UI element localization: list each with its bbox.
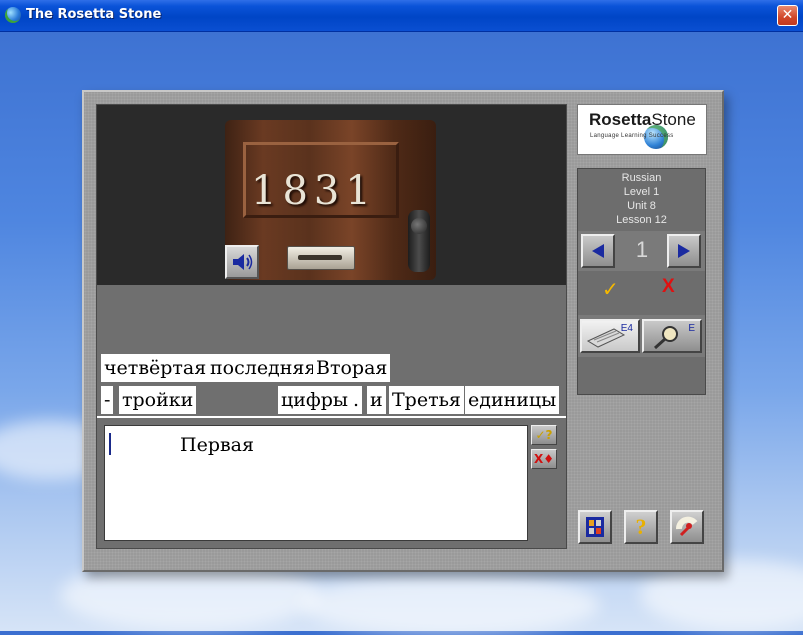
page-navigation: 1 xyxy=(578,231,705,271)
course-info-panel: Russian Level 1 Unit 8 Lesson 12 1 ✓ X E… xyxy=(577,168,706,395)
speaker-icon xyxy=(233,254,253,270)
word-tile[interactable]: и xyxy=(367,386,386,414)
answer-input[interactable]: Первая xyxy=(104,425,528,541)
previous-button[interactable] xyxy=(581,234,615,268)
result-marks: ✓ X xyxy=(578,273,705,309)
divider xyxy=(97,416,566,418)
check-answer-button[interactable]: ✓? xyxy=(531,425,557,445)
text-cursor xyxy=(109,433,111,455)
image-area: 1831 xyxy=(97,105,566,285)
x-mark-icon: X xyxy=(662,276,675,297)
arrow-left-icon xyxy=(592,244,604,258)
word-tile[interactable]: четвёртая xyxy=(101,354,210,382)
unit-label: Unit 8 xyxy=(627,200,656,212)
clear-answer-button[interactable]: X♦ xyxy=(531,449,557,469)
help-button[interactable]: ? xyxy=(624,510,658,544)
word-tile[interactable]: цифры xyxy=(278,386,352,414)
checkmark-icon: ✓ xyxy=(602,277,619,301)
lesson-label: Lesson 12 xyxy=(616,214,667,226)
close-button[interactable]: ✕ xyxy=(777,5,798,26)
magnifier-mode-button[interactable]: E xyxy=(642,319,702,353)
next-button[interactable] xyxy=(667,234,701,268)
word-tile[interactable]: единицы xyxy=(465,386,560,414)
word-tile[interactable]: тройки xyxy=(119,386,197,414)
magnifier-mode-label: E xyxy=(688,323,695,334)
lesson-content: 1831 четвёртая последняя Вторая - тройки… xyxy=(96,104,567,549)
magnifier-icon xyxy=(653,326,678,350)
keyboard-mode-button[interactable]: E4 xyxy=(580,319,640,353)
mail-slot xyxy=(287,246,355,270)
word-tile[interactable]: последняя xyxy=(207,354,320,382)
word-tile[interactable]: Вторая xyxy=(313,354,391,382)
logo-brand-bold: Rosetta xyxy=(589,110,652,129)
exit-button[interactable] xyxy=(670,510,704,544)
door-knob xyxy=(408,210,430,272)
answer-text: Первая xyxy=(180,434,254,456)
window-title: The Rosetta Stone xyxy=(26,7,162,22)
menu-button[interactable] xyxy=(578,510,612,544)
grid-menu-icon xyxy=(586,517,604,537)
play-audio-button[interactable] xyxy=(225,245,259,279)
keyboard-mode-label: E4 xyxy=(620,323,633,334)
arrow-right-icon xyxy=(678,244,690,258)
language-label: Russian xyxy=(621,172,662,184)
question-mark-icon: ? xyxy=(635,514,647,539)
word-tile[interactable]: . xyxy=(350,386,363,414)
exit-icon xyxy=(676,516,698,537)
cloud xyxy=(300,575,600,635)
logo-brand: RosettaStone xyxy=(589,110,696,130)
house-number: 1831 xyxy=(251,168,377,214)
globe-icon xyxy=(5,7,21,23)
page-number: 1 xyxy=(635,237,649,262)
check-question-icon: ✓? xyxy=(535,428,553,442)
title-bar: The Rosetta Stone ✕ xyxy=(0,0,803,32)
mode-selector: E4 E xyxy=(578,315,705,357)
logo-tagline: Language Learning Success xyxy=(590,133,674,139)
rosetta-stone-logo: RosettaStone Language Learning Success xyxy=(577,104,707,155)
clear-icon: X♦ xyxy=(533,452,554,466)
word-tile[interactable]: - xyxy=(101,386,114,414)
word-tile[interactable]: Третья xyxy=(389,386,464,414)
level-label: Level 1 xyxy=(623,186,660,198)
lesson-panel: 1831 четвёртая последняя Вторая - тройки… xyxy=(82,90,724,572)
